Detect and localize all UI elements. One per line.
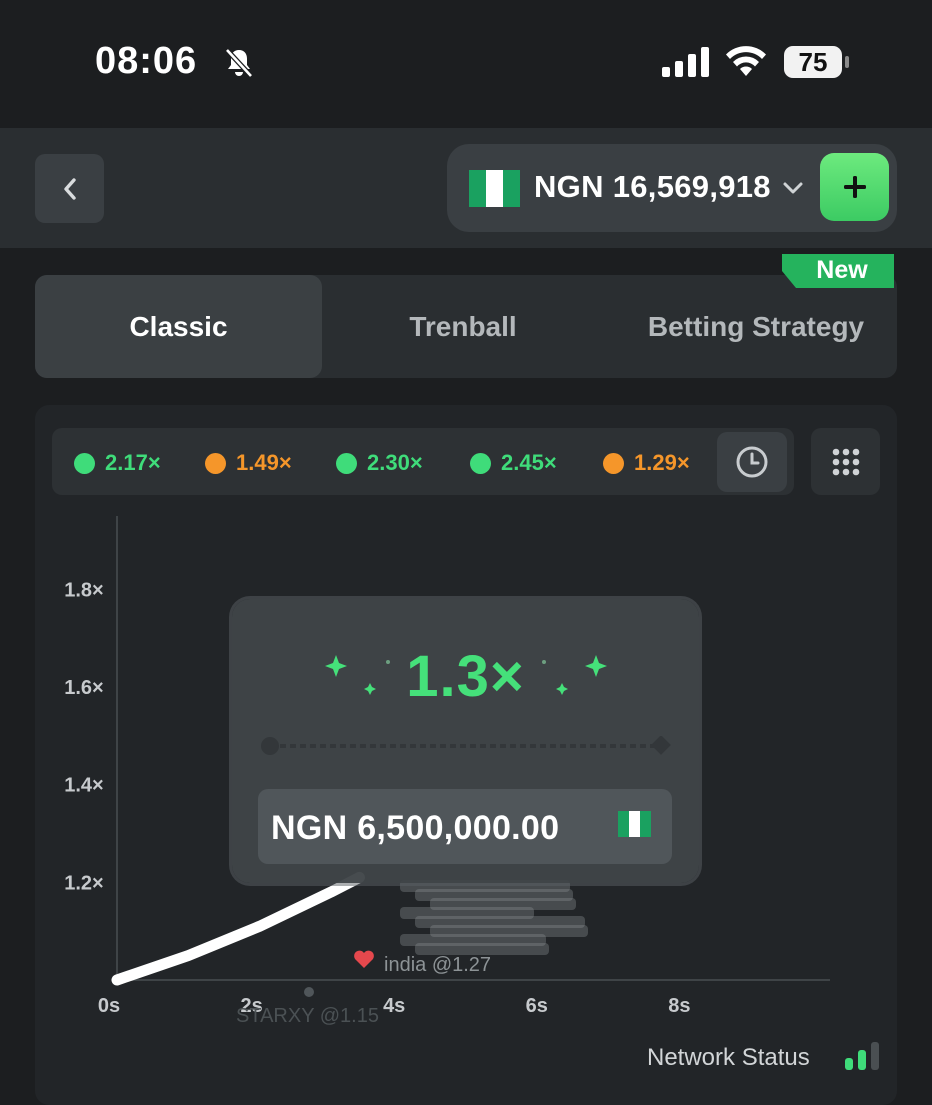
y-tick-label: 1.6×: [64, 677, 103, 699]
multiplier-curve: [111, 871, 365, 986]
back-button[interactable]: [35, 154, 104, 223]
crash-multiplier: 1.3×: [406, 644, 525, 709]
history-clock-button[interactable]: [717, 432, 787, 492]
grid-dots-icon: [832, 448, 859, 475]
payout-amount: NGN 6,500,000.00: [271, 809, 560, 847]
game-mode-tabs: Classic Trenball Betting Strategy: [35, 275, 897, 378]
status-bar: 08:06 75: [0, 0, 932, 128]
result-popup: 1.3× NGN 6,500,000.00: [232, 599, 699, 883]
network-status-label[interactable]: Network Status: [647, 1044, 810, 1072]
player-marker: [304, 987, 314, 997]
y-tick-label: 1.2×: [64, 872, 103, 894]
wallet-selector[interactable]: NGN 16,569,918: [447, 144, 897, 232]
status-dot: [74, 452, 95, 474]
status-time: 08:06: [95, 40, 198, 82]
status-dot: [336, 452, 357, 474]
plus-icon: [843, 176, 866, 198]
history-item[interactable]: 2.30×: [336, 450, 423, 475]
history-item[interactable]: 1.49×: [205, 450, 292, 475]
history-item[interactable]: 2.17×: [74, 450, 161, 475]
chart-x-ticks: 0s 2s 4s 6s 8s: [98, 995, 691, 1017]
x-tick-label: 8s: [668, 995, 690, 1017]
nigeria-flag-icon: [618, 811, 651, 837]
history-bar: 2.17× 1.49× 2.30× 2.45× 1.29×: [52, 428, 794, 495]
grid-menu-button[interactable]: [811, 428, 880, 495]
status-dot: [470, 452, 491, 474]
battery-icon: 75: [784, 46, 850, 80]
deposit-button[interactable]: [820, 153, 889, 221]
new-badge: New: [782, 254, 894, 288]
cellular-signal-icon: [662, 47, 709, 77]
tab-trenball[interactable]: Trenball: [332, 311, 594, 343]
history-item[interactable]: 2.45×: [470, 450, 557, 475]
wifi-icon: [726, 46, 766, 76]
y-tick-label: 1.8×: [64, 579, 103, 601]
x-tick-label: 6s: [526, 995, 548, 1017]
status-dot: [603, 452, 624, 474]
chart-series: [111, 871, 365, 986]
history-item[interactable]: 1.29×: [603, 450, 690, 475]
battery-percent: 75: [798, 47, 828, 77]
bell-muted-icon: [225, 48, 253, 78]
popup-divider: [261, 736, 671, 755]
x-tick-label: 0s: [98, 995, 120, 1017]
x-tick-label: 4s: [383, 995, 405, 1017]
wallet-balance: NGN 16,569,918: [534, 169, 771, 204]
chevron-down-icon[interactable]: [782, 177, 804, 199]
nigeria-flag-icon: [469, 170, 520, 207]
chevron-left-icon: [63, 177, 76, 200]
top-header: NGN 16,569,918: [0, 128, 932, 248]
tab-classic[interactable]: Classic: [35, 311, 322, 343]
heart-icon: [354, 950, 374, 968]
payout-box: NGN 6,500,000.00: [258, 789, 672, 864]
network-signal-icon: [845, 1042, 879, 1070]
tab-betting-strategy[interactable]: Betting Strategy: [615, 311, 897, 343]
player-label: india @1.27: [384, 954, 491, 976]
y-tick-label: 1.4×: [64, 775, 103, 797]
clock-icon: [736, 446, 768, 478]
player-label: STARXY @1.15: [236, 1005, 379, 1027]
chart-y-ticks: 1.2× 1.4× 1.6× 1.8×: [64, 579, 103, 894]
status-dot: [205, 452, 226, 474]
